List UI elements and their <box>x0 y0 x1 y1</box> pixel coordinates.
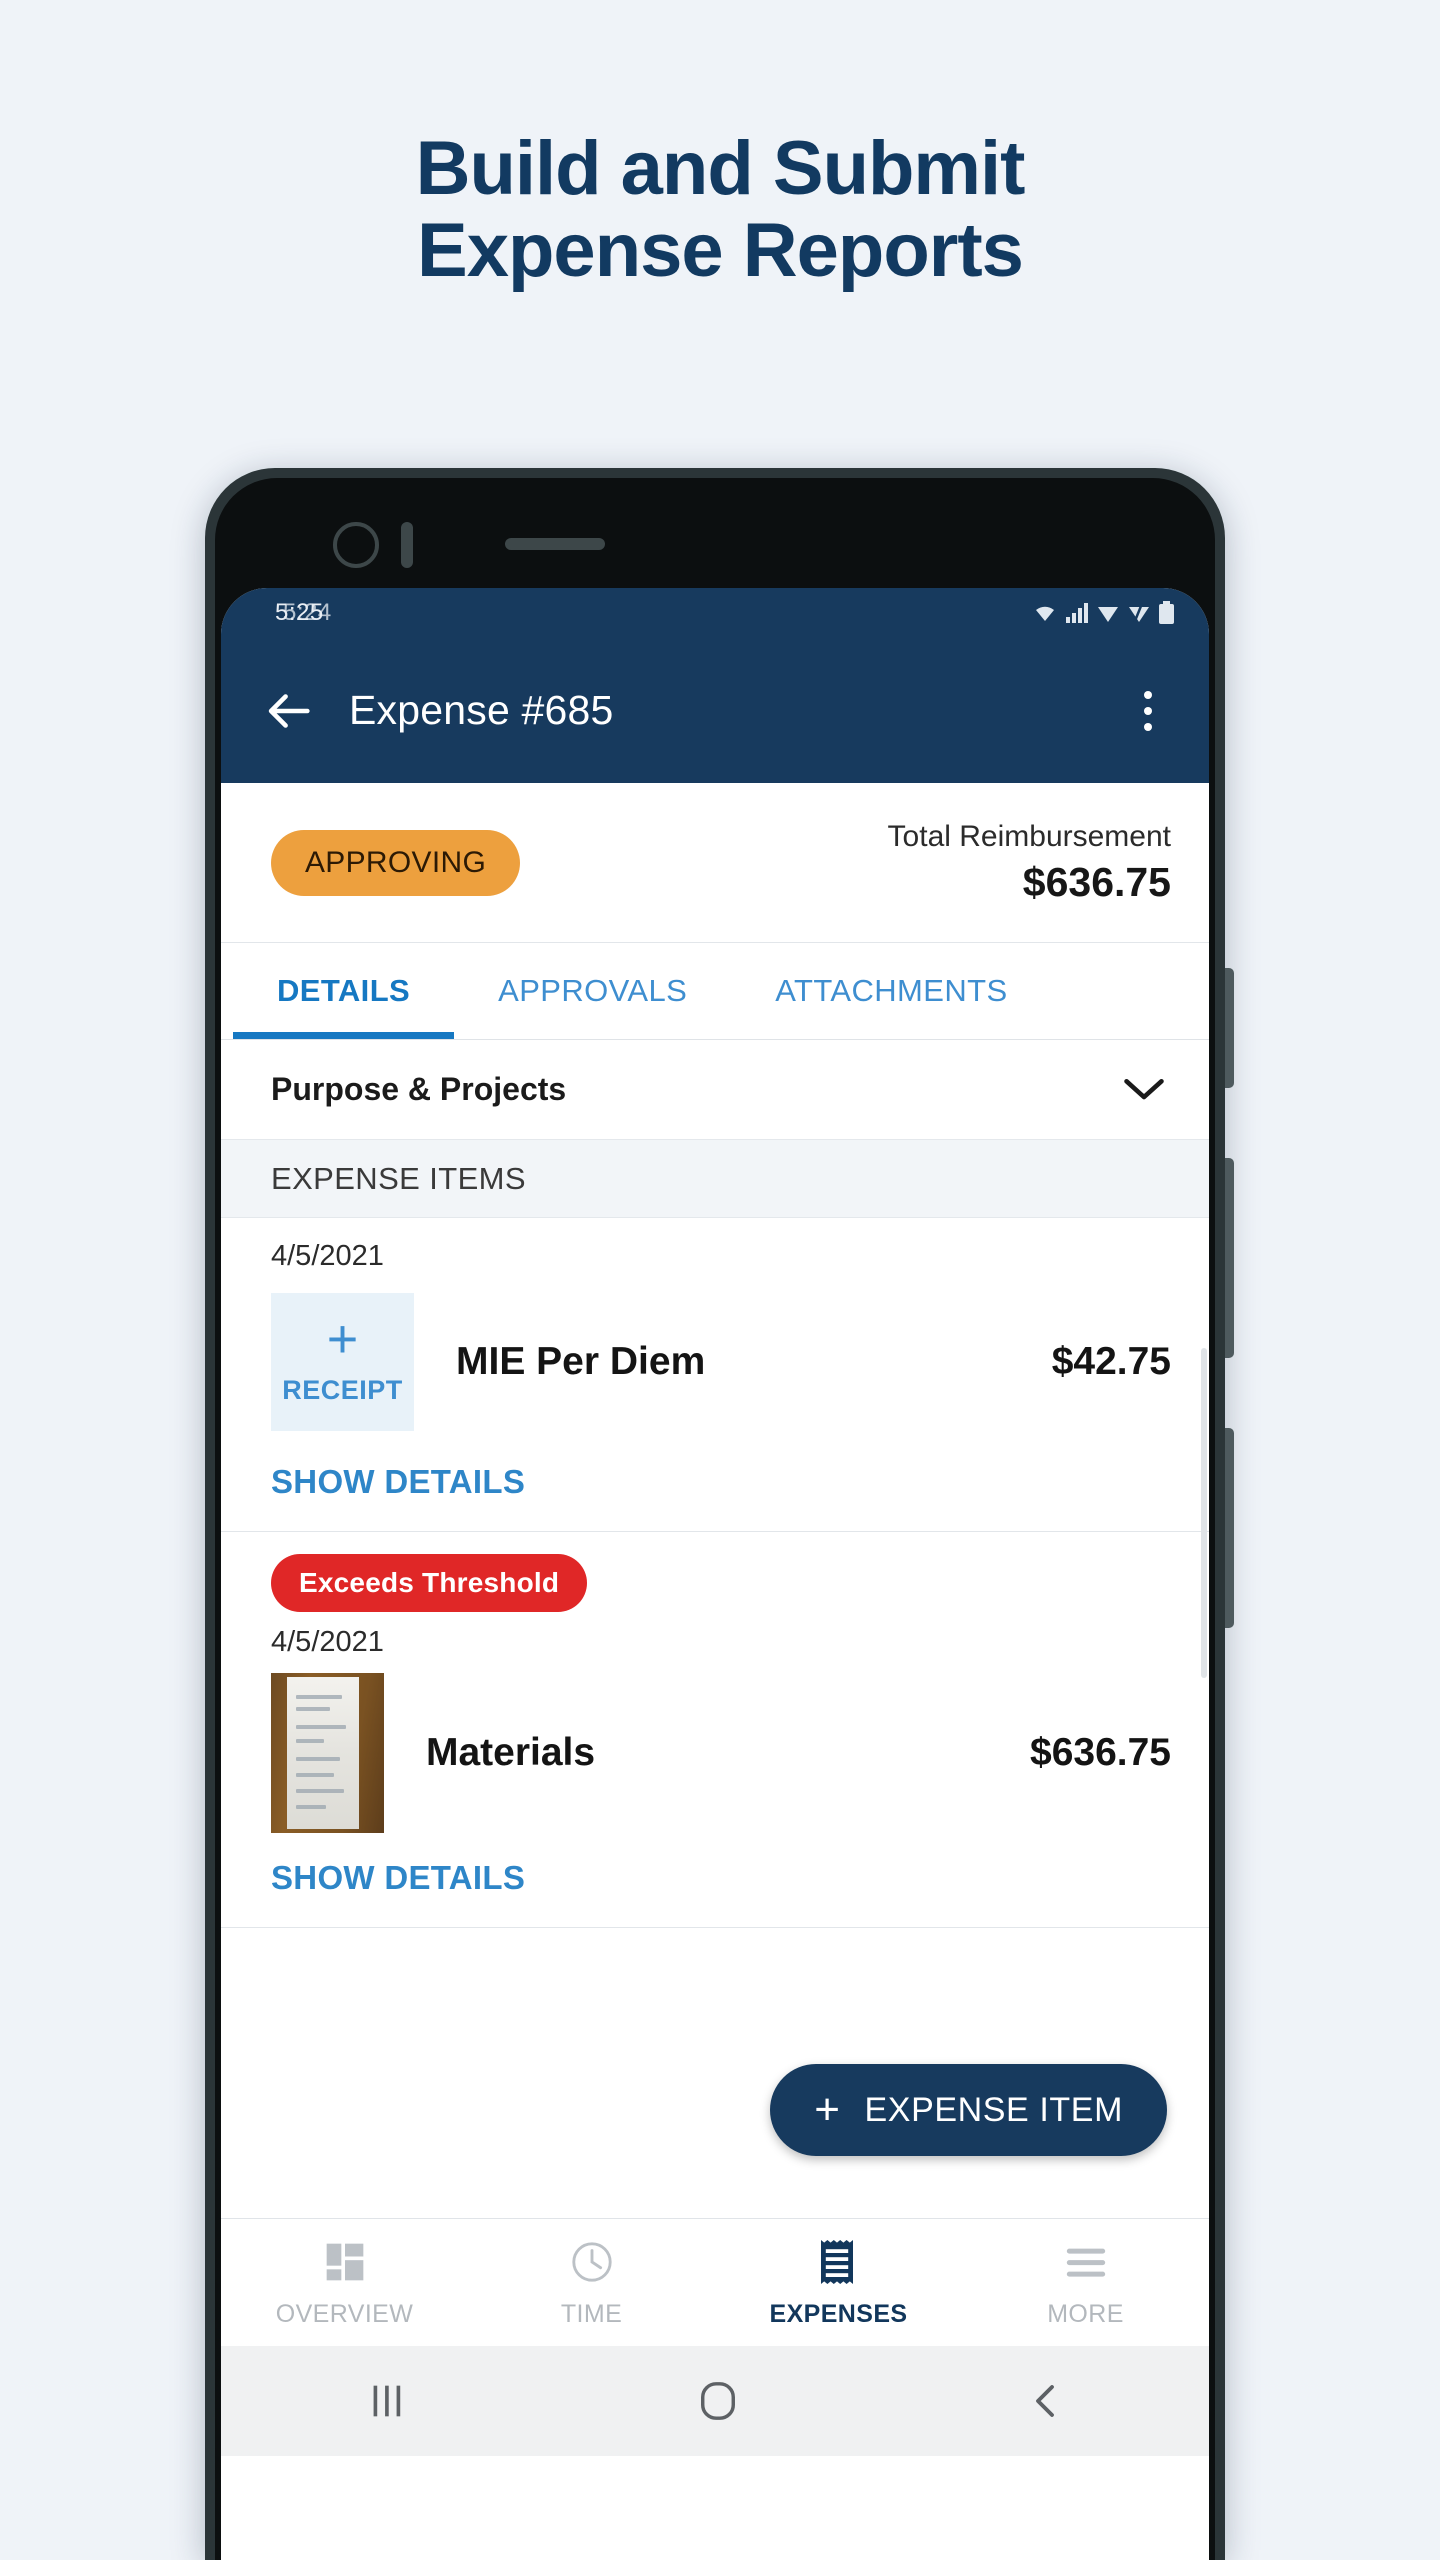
status-bar-icons <box>1032 601 1175 625</box>
receipt-image <box>287 1677 359 1829</box>
nav-item-label: OVERVIEW <box>275 2299 414 2328</box>
camera-lens-icon <box>333 522 379 568</box>
expense-item-date: 4/5/2021 <box>271 1240 384 1272</box>
expense-item-row[interactable]: 4/5/2021 + RECEIPT MIE Per Diem $42.75 S… <box>221 1218 1209 1531</box>
phone-side-button-volume-down[interactable] <box>1225 1158 1234 1358</box>
add-receipt-button[interactable]: + RECEIPT <box>271 1293 414 1431</box>
expense-item-amount: $42.75 <box>1051 1340 1171 1383</box>
total-reimbursement-amount: $636.75 <box>1022 858 1171 905</box>
show-details-link[interactable]: SHOW DETAILS <box>271 1437 1171 1531</box>
clock-icon <box>569 2237 615 2287</box>
kebab-menu-icon[interactable] <box>1123 682 1173 740</box>
add-receipt-label: RECEIPT <box>282 1375 403 1406</box>
status-bar-clock: 5:25 5:24 <box>275 599 331 627</box>
system-back-icon[interactable] <box>1026 2381 1066 2421</box>
status-bar: 5:25 5:24 <box>221 588 1209 638</box>
nav-item-more[interactable]: MORE <box>962 2219 1209 2346</box>
scrollbar-thumb[interactable] <box>1201 1348 1207 1678</box>
signal-icon <box>1066 603 1088 623</box>
signal-icon-3 <box>1129 602 1149 623</box>
phone-mockup: 5:25 5:24 Expense #685 APPROVING Total R… <box>205 468 1234 2560</box>
expense-item-name: MIE Per Diem <box>456 1340 706 1383</box>
tab-details[interactable]: DETAILS <box>233 943 455 1039</box>
phone-camera-row <box>215 516 1215 576</box>
nav-item-overview[interactable]: OVERVIEW <box>221 2219 468 2346</box>
expense-item-amount: $636.75 <box>1030 1731 1171 1774</box>
expense-item-date: 4/5/2021 <box>271 1626 384 1658</box>
headline-line-2: Expense Reports <box>417 208 1024 294</box>
earpiece-speaker <box>505 538 605 550</box>
hamburger-icon <box>1063 2237 1109 2287</box>
total-reimbursement-block: Total Reimbursement $636.75 <box>888 820 1171 906</box>
add-expense-item-label: EXPENSE ITEM <box>864 2090 1123 2129</box>
expense-item-main: + RECEIPT MIE Per Diem $42.75 <box>271 1287 1171 1437</box>
total-reimbursement-label: Total Reimbursement <box>887 819 1171 853</box>
signal-icon-2 <box>1098 607 1118 622</box>
fab-zone: + EXPENSE ITEM <box>221 1928 1209 2218</box>
receipt-icon <box>819 2237 859 2287</box>
page-title: Build and Submit Expense Reports <box>0 126 1440 294</box>
exceeds-threshold-badge: Exceeds Threshold <box>271 1554 588 1612</box>
phone-side-button-volume-up[interactable] <box>1225 968 1234 1088</box>
nav-item-time[interactable]: TIME <box>468 2219 715 2346</box>
expense-item-main: Materials $636.75 <box>271 1673 1171 1833</box>
add-expense-item-button[interactable]: + EXPENSE ITEM <box>770 2064 1167 2156</box>
expense-item-name: Materials <box>426 1731 596 1774</box>
receipt-thumbnail[interactable] <box>271 1673 384 1833</box>
plus-icon: + <box>814 2085 841 2134</box>
wifi-icon <box>1036 606 1054 621</box>
bottom-navigation: OVERVIEW TIME EXPENSES MORE <box>221 2218 1209 2346</box>
home-icon[interactable] <box>695 2380 741 2422</box>
dashboard-icon <box>322 2237 368 2287</box>
nav-item-label: MORE <box>1047 2299 1124 2328</box>
nav-item-label: EXPENSES <box>769 2299 908 2328</box>
battery-icon <box>1159 601 1174 624</box>
nav-item-label: TIME <box>560 2299 623 2328</box>
tab-bar: DETAILS APPROVALS ATTACHMENTS <box>221 943 1209 1040</box>
phone-screen: 5:25 5:24 Expense #685 APPROVING Total R… <box>221 588 1209 2560</box>
android-system-nav <box>221 2346 1209 2456</box>
show-details-link[interactable]: SHOW DETAILS <box>271 1833 1171 1927</box>
tab-attachments[interactable]: ATTACHMENTS <box>731 943 1051 1039</box>
recents-icon[interactable] <box>364 2381 410 2421</box>
expense-summary-row: APPROVING Total Reimbursement $636.75 <box>221 783 1209 943</box>
nav-item-expenses[interactable]: EXPENSES <box>715 2219 962 2346</box>
camera-sensor-icon <box>401 522 413 568</box>
status-badge: APPROVING <box>271 829 521 896</box>
phone-bezel: 5:25 5:24 Expense #685 APPROVING Total R… <box>215 478 1215 2560</box>
tab-approvals[interactable]: APPROVALS <box>454 943 731 1039</box>
purpose-projects-label: Purpose & Projects <box>271 1071 567 1107</box>
plus-icon: + <box>326 1308 359 1369</box>
chevron-down-icon[interactable] <box>1123 1077 1165 1103</box>
headline-line-1: Build and Submit <box>415 126 1026 211</box>
expense-item-row[interactable]: Exceeds Threshold 4/5/2021 Materials $63… <box>221 1532 1209 1927</box>
arrow-left-icon[interactable] <box>259 682 317 740</box>
phone-side-button-power[interactable] <box>1225 1428 1234 1628</box>
expense-items-section-header: EXPENSE ITEMS <box>221 1140 1209 1218</box>
status-bar-time-ghost: 5:24 <box>283 599 332 626</box>
purpose-projects-accordion[interactable]: Purpose & Projects <box>221 1040 1209 1140</box>
app-bar: Expense #685 <box>221 638 1209 783</box>
app-bar-title: Expense #685 <box>349 687 614 733</box>
